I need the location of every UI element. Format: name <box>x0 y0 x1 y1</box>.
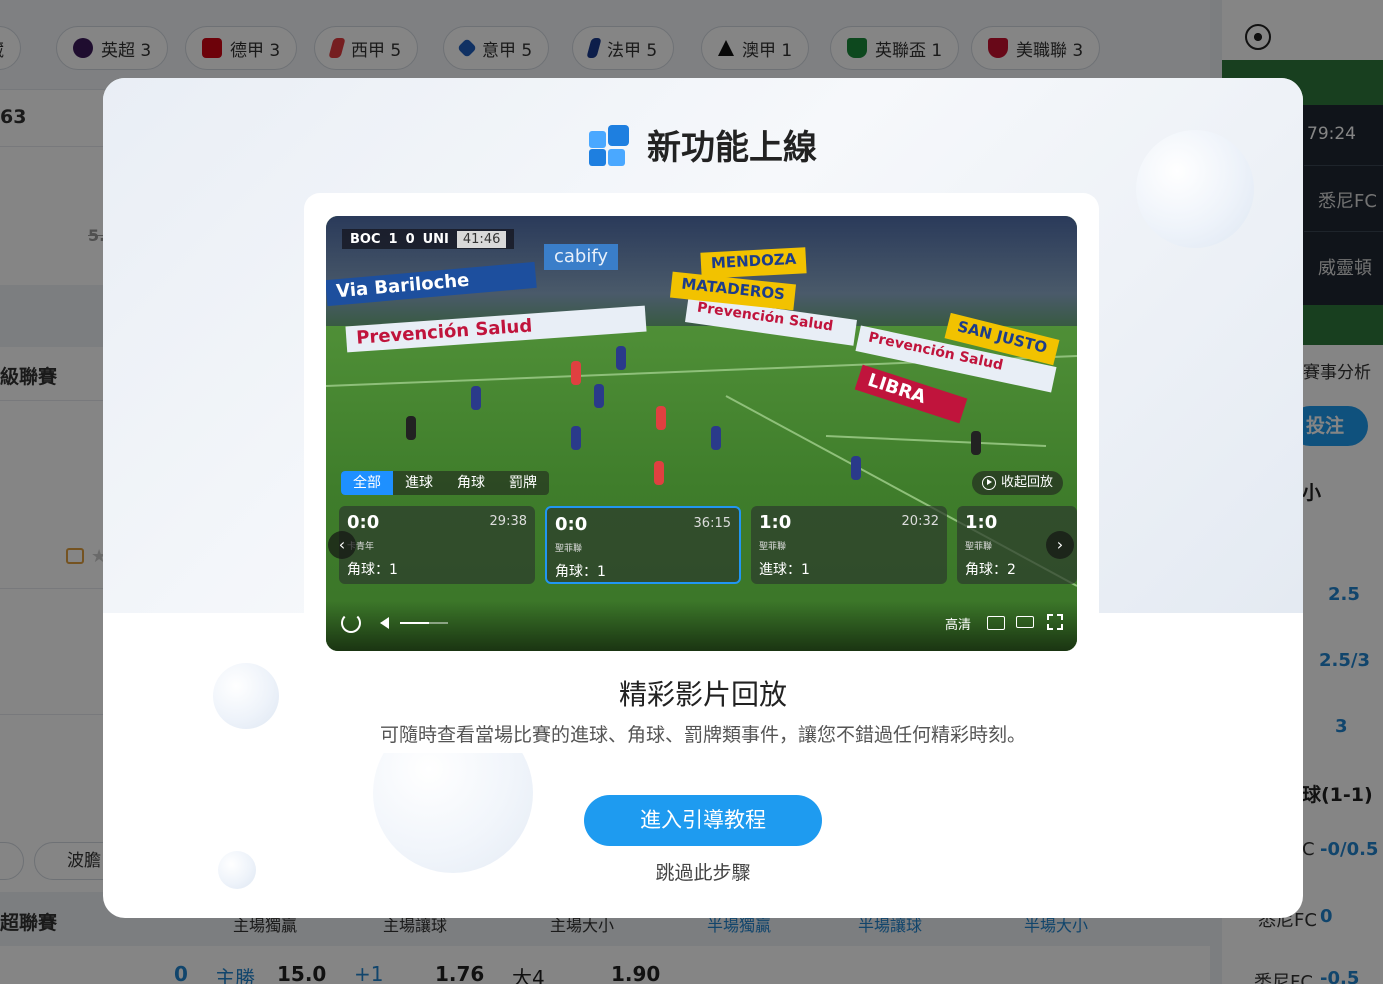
event-type: 角球：1 <box>555 564 606 580</box>
tab-corners[interactable]: 角球 <box>445 471 497 495</box>
volume-icon[interactable] <box>380 617 389 629</box>
new-feature-modal: 新功能上線 Via Bariloche Prevención Salud cab… <box>103 78 1303 918</box>
event-score: 1:0 <box>965 512 998 533</box>
player <box>594 384 604 408</box>
event-card[interactable]: 0:0 29:38 卡青年 角球：1 <box>339 506 535 584</box>
prev-arrow-icon[interactable]: ‹ <box>328 531 356 559</box>
tab-all[interactable]: 全部 <box>341 471 393 495</box>
event-team: 聖菲聯 <box>555 544 583 554</box>
ad-banner: cabify <box>544 244 619 270</box>
away-team: UNI <box>422 231 449 247</box>
player-controls: 高清 <box>326 601 1077 651</box>
volume-level <box>400 622 429 624</box>
event-card-selected[interactable]: 0:0 36:15 聖菲聯 角球：1 <box>545 506 741 584</box>
collapse-replay-label: 收起回放 <box>1000 475 1053 490</box>
event-team: 聖菲聯 <box>759 542 787 552</box>
new-feature-icon <box>589 124 629 166</box>
skip-step-link[interactable]: 跳過此步驟 <box>103 858 1303 885</box>
theater-mode-icon[interactable] <box>1016 616 1034 628</box>
home-team: BOC <box>350 231 381 247</box>
event-type: 進球：1 <box>759 562 810 578</box>
next-arrow-icon[interactable]: › <box>1046 531 1074 559</box>
player <box>656 406 666 430</box>
feature-title: 精彩影片回放 <box>618 678 787 711</box>
replay-icon <box>981 476 996 490</box>
player <box>971 431 981 455</box>
event-type: 角球：1 <box>347 562 398 578</box>
fullscreen-icon[interactable] <box>1047 614 1063 630</box>
match-clock: 41:46 <box>456 230 507 248</box>
player <box>406 416 416 440</box>
quality-selector[interactable]: 高清 <box>945 614 971 633</box>
video-replay-preview[interactable]: Via Bariloche Prevención Salud cabify Pr… <box>326 216 1077 651</box>
tab-cards[interactable]: 罰牌 <box>497 471 549 495</box>
event-time: 29:38 <box>489 514 527 529</box>
modal-title-text: 新功能上線 <box>647 128 817 168</box>
home-score: 1 <box>388 231 398 247</box>
skip-step-label[interactable]: 跳過此步驟 <box>655 862 750 884</box>
modal-title: 新功能上線 <box>103 120 1303 169</box>
collapse-replay-button[interactable]: 收起回放 <box>971 471 1063 495</box>
event-time: 20:32 <box>901 514 939 529</box>
player <box>571 426 581 450</box>
event-type: 角球：2 <box>965 562 1016 578</box>
player <box>571 361 581 385</box>
refresh-icon[interactable] <box>341 613 361 633</box>
player <box>851 456 861 480</box>
player <box>616 346 626 370</box>
player <box>471 386 481 410</box>
event-filter-tabs: 全部 進球 角球 罰牌 <box>341 471 549 495</box>
event-score: 1:0 <box>759 512 792 533</box>
event-team: 聖菲聯 <box>965 542 993 552</box>
event-score: 0:0 <box>347 512 380 533</box>
ad-banner: MENDOZA <box>700 247 808 279</box>
scoreboard: BOC 1 0 UNI 41:46 <box>342 229 515 249</box>
event-card[interactable]: 1:0 20:32 聖菲聯 進球：1 <box>751 506 947 584</box>
player <box>711 426 721 450</box>
away-score: 0 <box>405 231 415 247</box>
pip-icon[interactable] <box>987 616 1005 630</box>
event-score: 0:0 <box>555 514 588 535</box>
feature-description: 可隨時查看當場比賽的進球、角球、罰牌類事件，讓您不錯過任何精彩時刻。 <box>379 724 1026 746</box>
player <box>654 461 664 485</box>
start-tutorial-button[interactable]: 進入引導教程 <box>584 795 822 846</box>
volume-slider[interactable] <box>400 622 448 624</box>
tab-goals[interactable]: 進球 <box>393 471 445 495</box>
event-time: 36:15 <box>693 516 731 531</box>
